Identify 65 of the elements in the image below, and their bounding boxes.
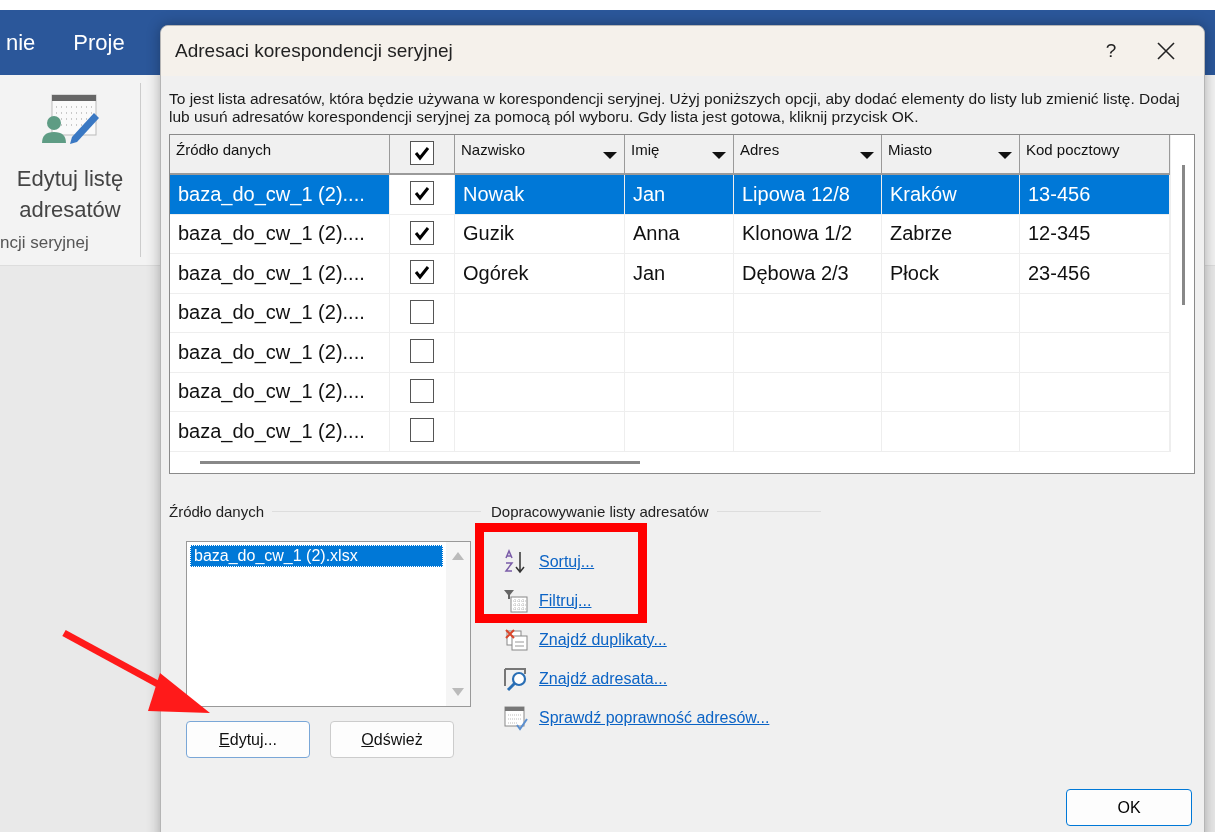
column-header[interactable]: Źródło danych	[170, 135, 390, 175]
table-cell: 13-456	[1020, 175, 1170, 215]
dialog-button[interactable]: Odśwież	[330, 721, 454, 758]
source-list[interactable]: baza_do_cw_1 (2).xlsx	[186, 541, 471, 707]
action-link[interactable]: Sprawdź poprawność adresów...	[539, 709, 770, 727]
checkbox[interactable]	[410, 141, 434, 165]
checkmark-icon	[414, 145, 430, 161]
ribbon-tab[interactable]: Proje	[73, 29, 125, 56]
table-cell: Kraków	[882, 175, 1020, 215]
table-cell: Ogórek	[455, 254, 625, 294]
table-cell: Lipowa 12/8	[734, 175, 882, 215]
filter-icon	[503, 588, 529, 614]
table-cell: baza_do_cw_1 (2)....	[170, 412, 390, 452]
table-cell: 23-456	[1020, 254, 1170, 294]
column-header[interactable]: Adres	[734, 135, 882, 175]
help-button[interactable]: ?	[1086, 39, 1136, 63]
checkbox[interactable]	[410, 220, 434, 245]
description-text: To jest lista adresatów, która będzie używana w korespondencji seryjnej. Użyj poniższych opcji, aby dodać elementy do listy lub zmienić listę. Dodaj lub usuń adresatów korespondencji seryjnej za pomocą pól wyboru. Gdy lista jest gotowa, kliknij przycisk OK.	[169, 90, 1181, 126]
section-label: Źródło danych	[169, 503, 265, 520]
window-title: Adresaci korespondencji seryjnej	[175, 40, 454, 62]
table-cell: Jan	[625, 254, 734, 294]
group-label: ncji seryjnej	[0, 233, 89, 254]
action-link[interactable]: Filtruj...	[539, 592, 592, 610]
table-cell: baza_do_cw_1 (2)....	[170, 175, 390, 215]
checkmark-icon	[414, 264, 430, 280]
checkbox[interactable]	[410, 418, 434, 442]
column-header[interactable]: Imię	[625, 135, 734, 175]
dialog-button[interactable]: Edytuj...	[186, 721, 310, 758]
column-header[interactable]: Nazwisko	[455, 135, 625, 175]
checkmark-icon	[414, 185, 430, 201]
checkbox[interactable]	[410, 378, 434, 403]
document-x-icon	[503, 627, 529, 653]
column-header[interactable]: Kod pocztowy	[1020, 135, 1170, 175]
table-cell: Guzik	[455, 214, 625, 254]
table-cell: baza_do_cw_1 (2)....	[170, 254, 390, 294]
scrollbar[interactable]	[1182, 165, 1185, 305]
table-cell: Anna	[625, 214, 734, 254]
checkbox[interactable]	[410, 260, 434, 284]
table-cell: 12-345	[1020, 214, 1170, 254]
table-cell: Zabrze	[882, 214, 1020, 254]
action-link[interactable]: Sortuj...	[539, 553, 595, 571]
checkbox[interactable]	[410, 181, 434, 205]
search-icon	[503, 666, 529, 692]
table-cell: Jan	[625, 175, 734, 215]
checkbox[interactable]	[410, 339, 434, 363]
action-link[interactable]: Znajdź adresata...	[539, 670, 668, 688]
table-cell: baza_do_cw_1 (2)....	[170, 333, 390, 373]
ok-button[interactable]: OK	[1066, 789, 1192, 826]
checkbox[interactable]	[410, 299, 434, 324]
list-item[interactable]: baza_do_cw_1 (2).xlsx	[190, 545, 443, 567]
grid-check-icon	[503, 705, 529, 731]
section-label: Dopracowywanie listy adresatów	[491, 503, 709, 520]
table-cell: Płock	[882, 254, 1020, 294]
ribbon-tab[interactable]: nie	[6, 29, 36, 56]
table-cell: Dębowa 2/3	[734, 254, 882, 294]
action-link[interactable]: Znajdź duplikaty...	[539, 631, 667, 649]
scrollbar[interactable]	[200, 460, 640, 464]
column-header[interactable]: Miasto	[882, 135, 1020, 175]
checkmark-icon	[414, 224, 430, 241]
table-cell: Klonowa 1/2	[734, 214, 882, 254]
table-cell: baza_do_cw_1 (2)....	[170, 372, 390, 412]
table-cell: Nowak	[455, 175, 625, 215]
ribbon-button[interactable]: Edytuj listę adresatów	[0, 83, 140, 225]
table-cell: baza_do_cw_1 (2)....	[170, 293, 390, 333]
table-cell: baza_do_cw_1 (2)....	[170, 214, 390, 254]
